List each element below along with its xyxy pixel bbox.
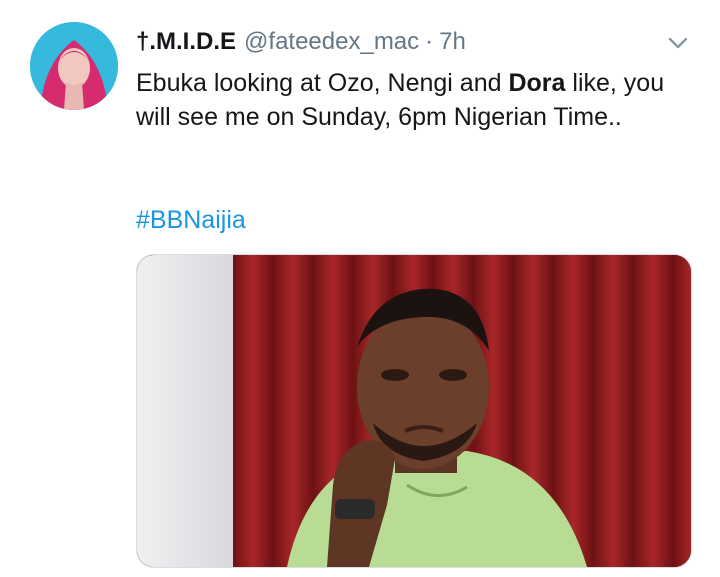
tweet-text-part: Ebuka looking at Ozo, Nengi and (136, 69, 509, 97)
tweet-text-bold: Dora (508, 69, 566, 97)
hashtag-link[interactable]: #BBNaijia (136, 206, 246, 235)
display-name[interactable]: †.M.I.D.E (136, 28, 236, 56)
tweet-timestamp[interactable]: 7h (439, 28, 466, 56)
avatar[interactable] (30, 22, 118, 110)
tweet-text: Ebuka looking at Ozo, Nengi and Dora lik… (136, 66, 696, 134)
separator-dot: · (425, 28, 434, 55)
tweet-header: †.M.I.D.E @fateedex_mac · 7h (136, 26, 690, 58)
meme-image (137, 255, 691, 567)
avatar-image (30, 22, 118, 110)
chevron-down-icon[interactable] (665, 30, 691, 56)
tweet-media[interactable] (136, 254, 692, 568)
tweet-card[interactable]: †.M.I.D.E @fateedex_mac · 7h Ebuka looki… (0, 0, 720, 577)
user-handle[interactable]: @fateedex_mac (244, 28, 419, 56)
